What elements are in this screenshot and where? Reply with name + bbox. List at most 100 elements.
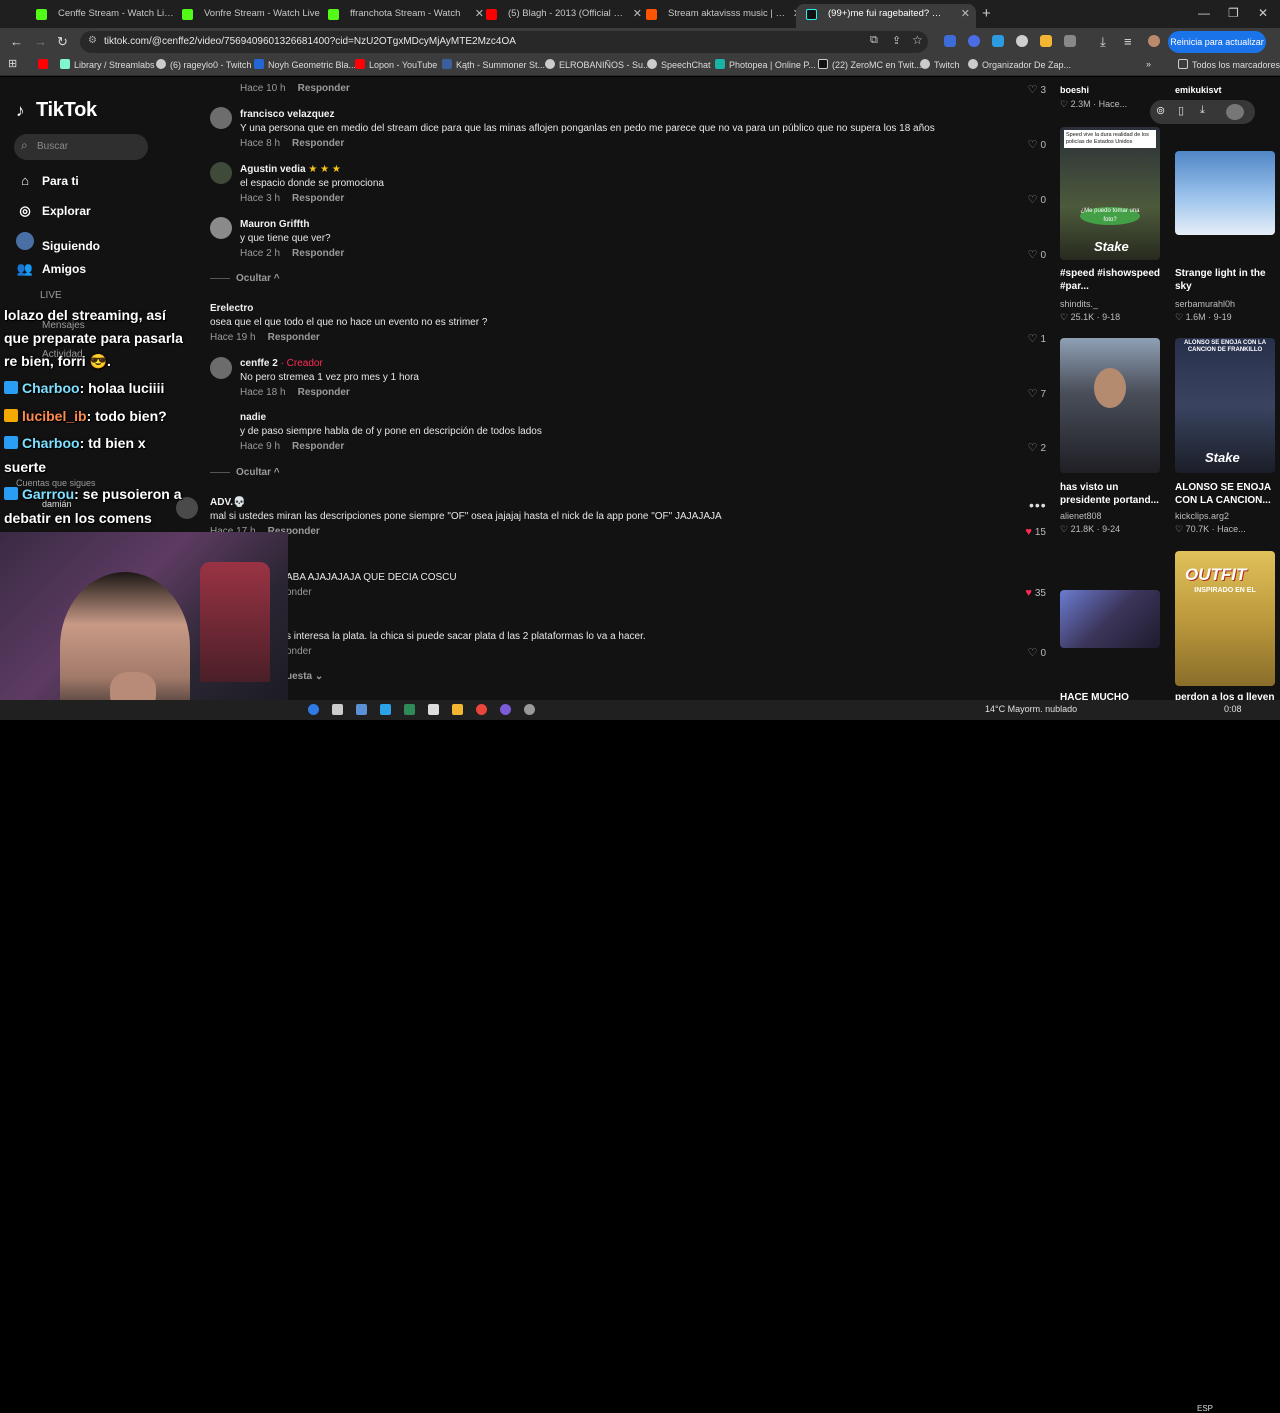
video-title[interactable]: Strange light in the sky — [1175, 267, 1279, 293]
nav-siguiendo[interactable]: Siguiendo — [16, 232, 100, 254]
reply-button[interactable]: Responder — [298, 387, 350, 398]
close-window-icon[interactable]: ✕ — [1258, 6, 1268, 20]
like-count[interactable]: ♥ 15 — [1024, 526, 1046, 538]
video-thumbnail[interactable] — [1060, 590, 1160, 648]
bookmark-item[interactable]: (6) rageylo0 - Twitch — [156, 59, 251, 70]
bookmark-item[interactable]: Photopea | Online P... — [715, 59, 816, 70]
video-thumbnail[interactable] — [1060, 338, 1160, 473]
comment-author[interactable]: ADV.💀 — [210, 497, 245, 508]
app-icon[interactable] — [404, 704, 415, 715]
extension-icon[interactable] — [944, 35, 956, 47]
translate-icon[interactable]: ⧉ — [870, 34, 878, 47]
forward-arrow-icon[interactable]: → — [34, 34, 47, 49]
avatar[interactable] — [210, 357, 232, 379]
more-options-icon[interactable]: ••• — [1029, 497, 1047, 513]
like-count[interactable]: ♥ 35 — [1024, 587, 1046, 599]
chrome-icon[interactable] — [476, 704, 487, 715]
video-author[interactable]: boeshi — [1060, 85, 1089, 95]
explorer-icon[interactable] — [356, 704, 367, 715]
reply-button[interactable]: Responder — [268, 332, 320, 343]
extension-icon[interactable] — [992, 35, 1004, 47]
youtube-bookmark-icon[interactable] — [38, 59, 52, 70]
nav-para-ti[interactable]: ⌂ Para ti — [16, 173, 79, 195]
share-icon[interactable]: ⇪ — [892, 34, 901, 47]
video-author[interactable]: alienet808 — [1060, 511, 1102, 521]
clock[interactable]: 0:08 — [1224, 704, 1242, 714]
video-thumbnail[interactable]: OUTFIT INSPIRADO EN EL — [1175, 551, 1275, 686]
reply-button[interactable]: Responder — [292, 248, 344, 259]
extensions-puzzle-icon[interactable] — [1064, 35, 1076, 47]
nav-explorar[interactable]: ◎ Explorar — [16, 203, 90, 225]
download-icon[interactable]: ⤓ — [1100, 34, 1106, 50]
minimize-icon[interactable]: — — [1198, 6, 1210, 20]
system-tray-weather[interactable]: 14°C Mayorm. nublado — [985, 704, 1077, 714]
bookmark-item[interactable]: Lopon - YouTube — [355, 59, 437, 70]
browser-tab[interactable]: Stream aktavisss music | Listen✕ — [636, 4, 808, 28]
extension-icon[interactable] — [1016, 35, 1028, 47]
tab-search-icon[interactable]: ≡ — [1124, 34, 1132, 49]
nav-amigos[interactable]: 👥 Amigos — [16, 261, 86, 283]
like-count[interactable]: ♡ 1 — [1024, 332, 1046, 345]
reload-icon[interactable]: ↻ — [57, 34, 68, 50]
hide-replies-button[interactable]: Ocultar ^ — [210, 467, 280, 478]
apps-grid-icon[interactable]: ⊞ — [8, 57, 17, 70]
obs-icon[interactable] — [524, 704, 535, 715]
like-count[interactable]: ♡ 0 — [1024, 646, 1046, 659]
app-icon[interactable] — [452, 704, 463, 715]
comment-author[interactable]: cenffe 2 · Creador — [240, 358, 323, 369]
url-text[interactable]: tiktok.com/@cenffe2/video/75694096013266… — [104, 36, 516, 47]
hide-replies-button[interactable]: Ocultar ^ — [210, 273, 280, 284]
phone-icon[interactable]: ▯ — [1178, 104, 1184, 117]
like-count[interactable]: ♡ 2 — [1024, 441, 1046, 454]
back-arrow-icon[interactable]: ← — [10, 34, 23, 49]
language-indicator[interactable]: ESP — [1197, 1404, 1213, 1413]
store-icon[interactable] — [332, 704, 343, 715]
video-author[interactable]: serbamurahl0h — [1175, 299, 1235, 309]
edge-icon[interactable] — [308, 704, 319, 715]
reply-button[interactable]: Responder — [298, 83, 350, 94]
bookmark-item[interactable]: Organizador De Zap... — [968, 59, 1071, 70]
avatar[interactable] — [1226, 104, 1244, 120]
avatar[interactable] — [210, 162, 232, 184]
comment-author[interactable]: Agustin vedia ★ ★ ★ — [240, 164, 341, 175]
floating-video-controls[interactable]: ⊚ ▯ ⤓ — [1150, 100, 1255, 124]
bookmark-item[interactable]: Twitch — [920, 59, 960, 70]
like-count[interactable]: ♡ 0 — [1024, 138, 1046, 151]
restart-to-update-button[interactable]: Reinicia para actualizar — [1168, 31, 1266, 53]
video-thumbnail[interactable]: Speed vive la dura realidad de los polic… — [1060, 127, 1160, 260]
restore-icon[interactable]: ❐ — [1228, 6, 1239, 20]
bookmark-item[interactable]: Noyh Geometric Bla... — [254, 59, 356, 70]
new-tab-plus-icon[interactable]: + — [982, 5, 991, 22]
close-tab-icon[interactable]: ✕ — [961, 4, 970, 24]
comment-author[interactable]: Erelectro — [210, 303, 253, 314]
app-icon[interactable] — [500, 704, 511, 715]
like-count[interactable]: ♡ 3 — [1024, 83, 1046, 96]
download-icon[interactable]: ⤓ — [1200, 104, 1205, 117]
reply-button[interactable]: Responder — [292, 138, 344, 149]
telegram-icon[interactable] — [380, 704, 391, 715]
video-thumbnail[interactable]: ALONSO SE ENOJA CON LA CANCION DE FRANKI… — [1175, 338, 1275, 473]
browser-tab[interactable]: ffranchota Stream - Watch ✕ — [318, 4, 490, 28]
comment-author[interactable]: Mauron Griffth — [240, 219, 309, 230]
video-author[interactable]: kickclips.arg2 — [1175, 511, 1229, 521]
reply-button[interactable]: Responder — [292, 441, 344, 452]
bookmark-item[interactable]: ELROBANIÑOS - Su... — [545, 59, 651, 70]
browser-tab[interactable]: (5) Blagh - 2013 (Official Video)✕ — [476, 4, 648, 28]
chevron-right-icon[interactable]: » — [1146, 59, 1151, 69]
extension-icon[interactable] — [1040, 35, 1052, 47]
avatar[interactable] — [210, 107, 232, 129]
like-count[interactable]: ♡ 0 — [1024, 193, 1046, 206]
comment-author[interactable]: nadie — [240, 412, 266, 423]
profile-avatar[interactable] — [1148, 35, 1160, 47]
bookmark-item[interactable]: (22) ZeroMC en Twit... — [818, 59, 921, 70]
search-input[interactable]: ⌕ Buscar — [14, 134, 148, 160]
address-bar[interactable]: ⚙ tiktok.com/@cenffe2/video/756940960132… — [80, 31, 928, 53]
video-title[interactable]: ALONSO SE ENOJA CON LA CANCION... — [1175, 481, 1279, 507]
bookmark-item[interactable]: Library / Streamlabs — [60, 59, 155, 70]
bookmark-item[interactable]: Kąth - Summoner St... — [442, 59, 545, 70]
tiktok-logo[interactable]: ♪ TikTok — [16, 99, 97, 122]
video-author[interactable]: emikukisvt — [1175, 85, 1222, 95]
video-title[interactable]: perdon a los q lleven — [1175, 691, 1279, 700]
video-title[interactable]: HACE MUCHO — [1060, 691, 1164, 700]
view-replies-button[interactable]: uesta ⌄ — [286, 671, 323, 682]
